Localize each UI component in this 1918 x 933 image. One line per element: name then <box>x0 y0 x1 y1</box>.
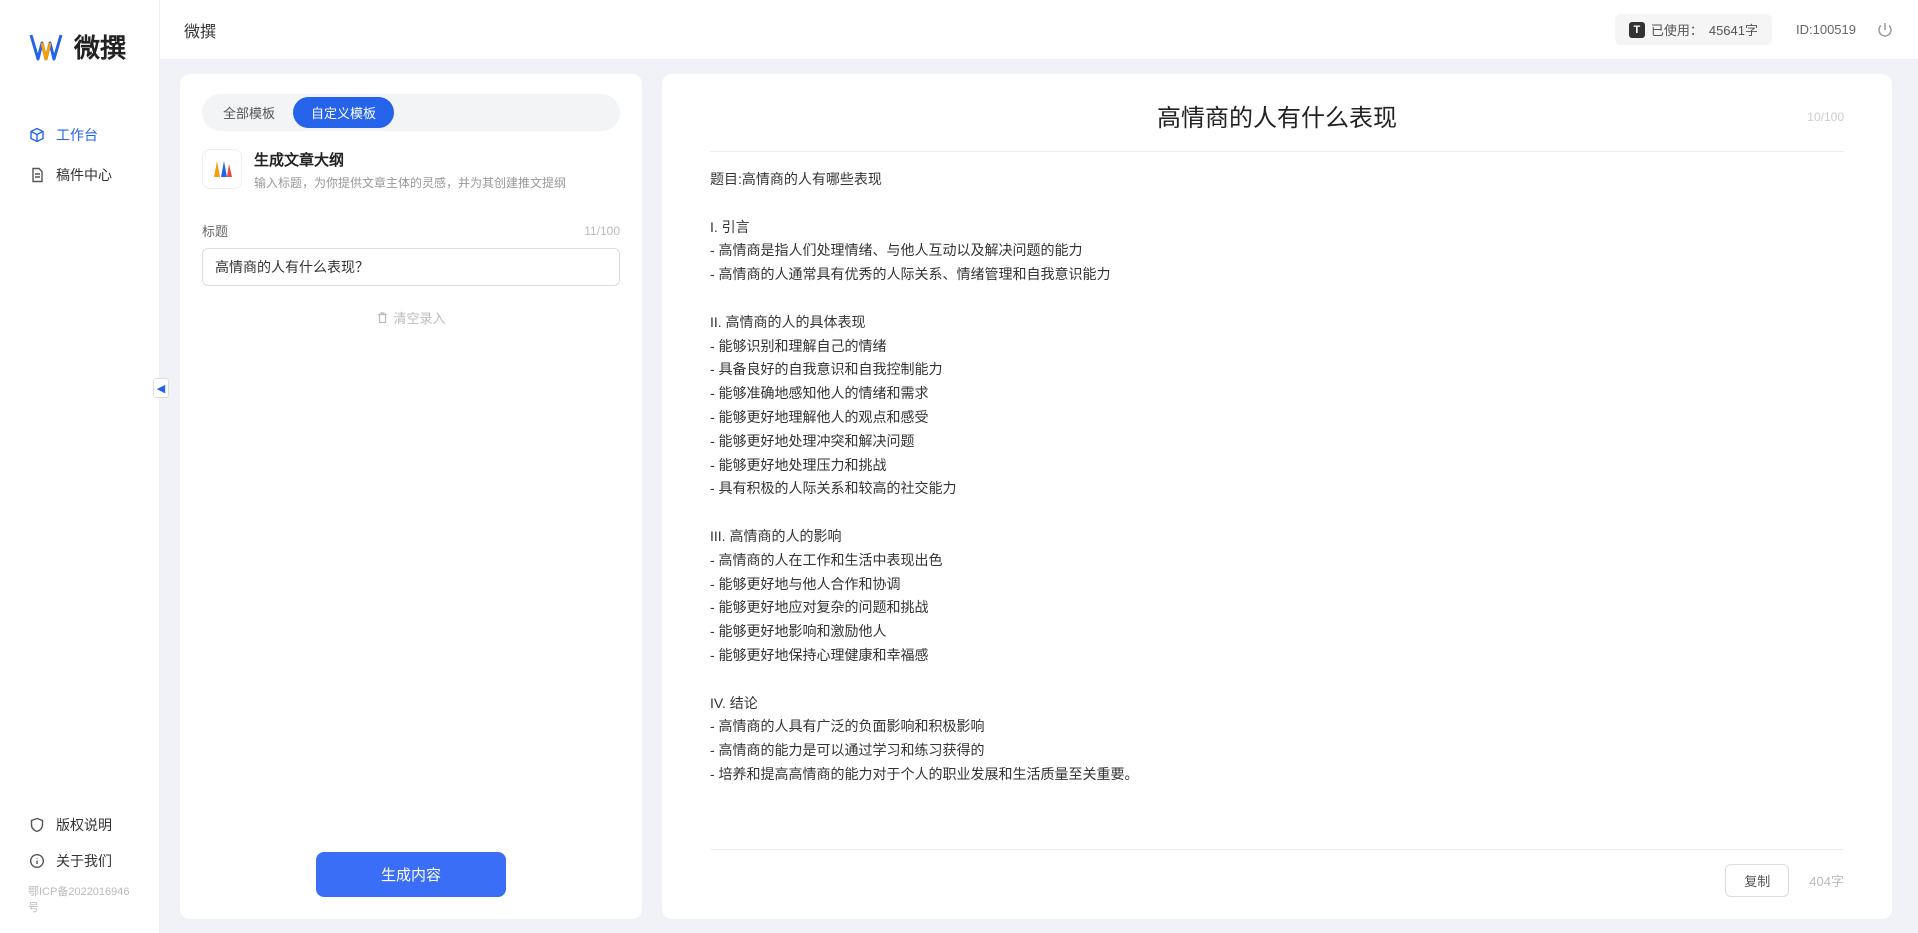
output-title[interactable]: 高情商的人有什么表现 <box>710 98 1844 143</box>
nav-item-drafts[interactable]: 稿件中心 <box>0 155 159 195</box>
right-panel: 高情商的人有什么表现 10/100 题目:高情商的人有哪些表现 I. 引言 - … <box>662 74 1892 919</box>
template-card: 生成文章大纲 输入标题，为你提供文章主体的灵感，并为其创建推文提纲 <box>202 149 620 191</box>
usage-prefix: 已使用： <box>1651 20 1703 39</box>
output-title-count: 10/100 <box>1807 110 1844 124</box>
sidebar: 微撰 工作台 稿件中心 版权说明 <box>0 0 160 933</box>
shield-icon <box>28 816 46 834</box>
main: 微撰 T 已使用： 45641字 ID:100519 全部模板 自定义模板 <box>160 0 1918 933</box>
copy-button[interactable]: 复制 <box>1725 864 1789 897</box>
title-char-count: 11/100 <box>584 224 620 238</box>
page-title: 微撰 <box>184 18 216 42</box>
nav-item-workspace[interactable]: 工作台 <box>0 115 159 155</box>
content: 全部模板 自定义模板 生成文章大纲 输入标题，为你提供文章主体的灵感，并为其创建… <box>160 60 1918 933</box>
info-icon <box>28 852 46 870</box>
nav: 工作台 稿件中心 <box>0 95 159 797</box>
clear-input-label: 清空录入 <box>393 308 445 327</box>
chevron-left-icon: ◀ <box>157 382 165 395</box>
nav-item-label: 工作台 <box>56 125 98 145</box>
template-desc: 输入标题，为你提供文章主体的灵感，并为其创建推文提纲 <box>254 174 566 191</box>
template-tabs: 全部模板 自定义模板 <box>202 94 620 131</box>
nav-item-label: 版权说明 <box>56 815 112 835</box>
sidebar-bottom: 版权说明 关于我们 鄂ICP备2022016946号 <box>0 797 159 933</box>
divider <box>710 151 1844 152</box>
output-body[interactable]: 题目:高情商的人有哪些表现 I. 引言 - 高情商是指人们处理情绪、与他人互动以… <box>710 168 1844 787</box>
topbar: 微撰 T 已使用： 45641字 ID:100519 <box>160 0 1918 60</box>
nav-item-label: 关于我们 <box>56 851 112 871</box>
title-input[interactable] <box>202 248 620 286</box>
left-panel: 全部模板 自定义模板 生成文章大纲 输入标题，为你提供文章主体的灵感，并为其创建… <box>180 74 642 919</box>
tab-all-templates[interactable]: 全部模板 <box>205 97 293 128</box>
token-icon: T <box>1629 22 1645 38</box>
power-icon[interactable] <box>1876 21 1894 39</box>
cube-icon <box>28 126 46 144</box>
usage-value: 45641字 <box>1709 20 1758 39</box>
template-icon <box>202 149 242 189</box>
nav-item-label: 稿件中心 <box>56 165 112 185</box>
output-word-count: 404字 <box>1809 871 1844 890</box>
logo-icon <box>28 29 64 65</box>
nav-item-copyright[interactable]: 版权说明 <box>0 807 159 843</box>
collapse-sidebar-button[interactable]: ◀ <box>153 378 169 398</box>
document-icon <box>28 166 46 184</box>
logo-text: 微撰 <box>74 28 126 65</box>
title-label: 标题 <box>202 221 228 240</box>
usage-badge[interactable]: T 已使用： 45641字 <box>1615 14 1772 45</box>
icp-text: 鄂ICP备2022016946号 <box>0 879 159 919</box>
generate-button[interactable]: 生成内容 <box>316 852 506 897</box>
clear-input-button[interactable]: 清空录入 <box>202 308 620 327</box>
output-footer: 复制 404字 <box>710 849 1844 897</box>
logo: 微撰 <box>0 0 159 95</box>
template-title: 生成文章大纲 <box>254 149 566 170</box>
tab-custom-templates[interactable]: 自定义模板 <box>293 97 394 128</box>
nav-item-about[interactable]: 关于我们 <box>0 843 159 879</box>
user-id: ID:100519 <box>1796 22 1856 37</box>
trash-icon <box>376 311 389 324</box>
